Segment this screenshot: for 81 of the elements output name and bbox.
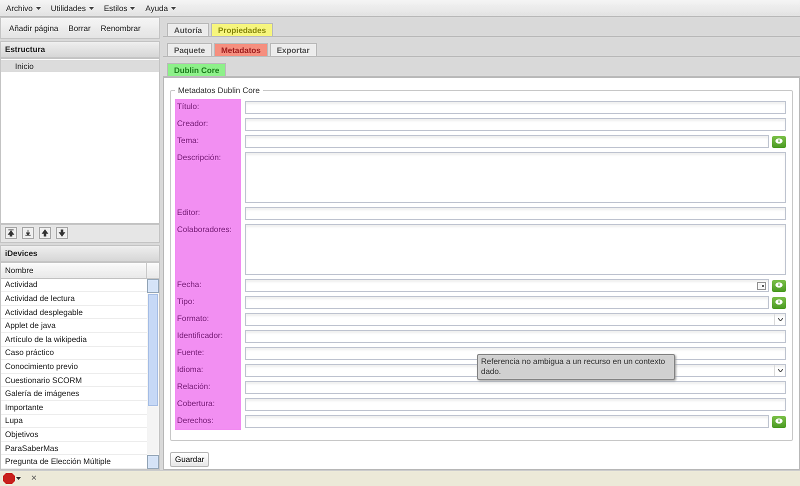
tab[interactable]: Autoría — [167, 23, 209, 36]
field-label: Tema: — [175, 133, 241, 150]
field-label: Identificador: — [175, 328, 241, 345]
field-label: Colaboradores: — [175, 222, 241, 277]
field-label: Relación: — [175, 379, 241, 396]
field-label: Descripción: — [175, 150, 241, 205]
close-button[interactable]: × — [27, 473, 41, 484]
menu-item[interactable]: Estilos — [104, 4, 136, 12]
field-label: Editor: — [175, 205, 241, 222]
list-item[interactable]: Lupa — [1, 414, 147, 428]
save-button[interactable]: Guardar — [170, 452, 210, 467]
caret-icon — [130, 6, 136, 10]
dropdown-caret-icon[interactable] — [774, 314, 785, 325]
field-label: Idioma: — [175, 362, 241, 379]
list-item[interactable]: Actividad desplegable — [1, 306, 147, 320]
list-item[interactable]: Pregunta de Elección Múltiple — [1, 455, 147, 469]
list-item[interactable]: Objetivos — [1, 428, 147, 442]
list-item[interactable]: Artículo de la wikipedia — [1, 333, 147, 347]
list-item[interactable]: Cuestionario SCORM — [1, 374, 147, 388]
tree-item[interactable]: Inicio — [1, 60, 159, 72]
field-label: Fecha: — [175, 277, 241, 294]
input-field[interactable] — [245, 415, 769, 428]
caret-icon — [88, 6, 94, 10]
input-field[interactable] — [245, 135, 769, 148]
panel-header: iDevices — [0, 244, 160, 262]
menu-item[interactable]: Ayuda — [145, 4, 176, 12]
toolbar-button[interactable]: Renombrar — [96, 22, 145, 34]
date-field[interactable] — [245, 279, 769, 292]
list-item[interactable]: Actividad de lectura — [1, 292, 147, 306]
info-button[interactable] — [772, 280, 786, 292]
menu-item[interactable]: Archivo — [6, 4, 41, 12]
info-button[interactable] — [772, 296, 786, 308]
input-field[interactable] — [245, 381, 786, 394]
tab[interactable]: Paquete — [167, 43, 212, 56]
text-area[interactable] — [245, 152, 786, 203]
field-label: Tipo: — [175, 294, 241, 311]
move-top-icon[interactable] — [5, 227, 17, 240]
input-field[interactable] — [245, 118, 786, 131]
stop-sign-icon[interactable] — [3, 473, 21, 484]
input-field[interactable] — [245, 101, 786, 114]
info-button[interactable] — [772, 136, 786, 148]
dropdown-caret-icon[interactable] — [774, 365, 785, 376]
tab[interactable]: Exportar — [270, 43, 317, 56]
field-label: Creador: — [175, 116, 241, 133]
caret-icon — [36, 6, 41, 10]
fieldset-legend: Metadatos Dublin Core — [175, 86, 263, 95]
list-item[interactable]: Actividad — [1, 278, 147, 292]
field-label: Derechos: — [175, 413, 241, 430]
input-field[interactable] — [245, 330, 786, 343]
list-item[interactable]: Galería de imágenes — [1, 387, 147, 402]
move-bottom-icon[interactable] — [22, 227, 34, 240]
toolbar-button[interactable]: Borrar — [64, 22, 95, 34]
list-item[interactable]: Caso práctico — [1, 346, 147, 360]
speech-bubble-icon — [775, 418, 783, 425]
input-field[interactable] — [245, 296, 769, 309]
scrollbar[interactable] — [147, 278, 159, 469]
text-area[interactable] — [245, 224, 786, 275]
input-field[interactable] — [245, 207, 786, 220]
caret-icon — [170, 6, 176, 10]
field-label: Título: — [175, 99, 241, 116]
down-arrow-icon[interactable] — [56, 227, 68, 240]
tab[interactable]: Dublin Core — [167, 63, 226, 76]
toolbar-button[interactable]: Añadir página — [5, 22, 62, 34]
menu-item[interactable]: Utilidades — [50, 4, 94, 12]
tooltip: Referencia no ambigua a un recurso en un contexto dado. — [477, 354, 675, 380]
panel-header: Estructura — [0, 41, 160, 58]
input-field[interactable] — [245, 398, 786, 411]
calendar-icon[interactable] — [757, 282, 766, 290]
field-label: Formato: — [175, 311, 241, 328]
list-item[interactable]: Importante — [1, 401, 147, 415]
dropdown-field[interactable] — [245, 313, 786, 326]
speech-bubble-icon — [775, 282, 783, 289]
up-arrow-icon[interactable] — [39, 227, 51, 240]
field-label: Cobertura: — [175, 396, 241, 413]
info-button[interactable] — [772, 416, 786, 428]
list-item[interactable]: ParaSaberMas — [1, 442, 147, 456]
field-label: Fuente: — [175, 345, 241, 362]
list-item[interactable]: Conocimiento previo — [1, 360, 147, 374]
speech-bubble-icon — [775, 138, 783, 145]
list-item[interactable]: Applet de java — [1, 319, 147, 334]
speech-bubble-icon — [775, 299, 783, 306]
